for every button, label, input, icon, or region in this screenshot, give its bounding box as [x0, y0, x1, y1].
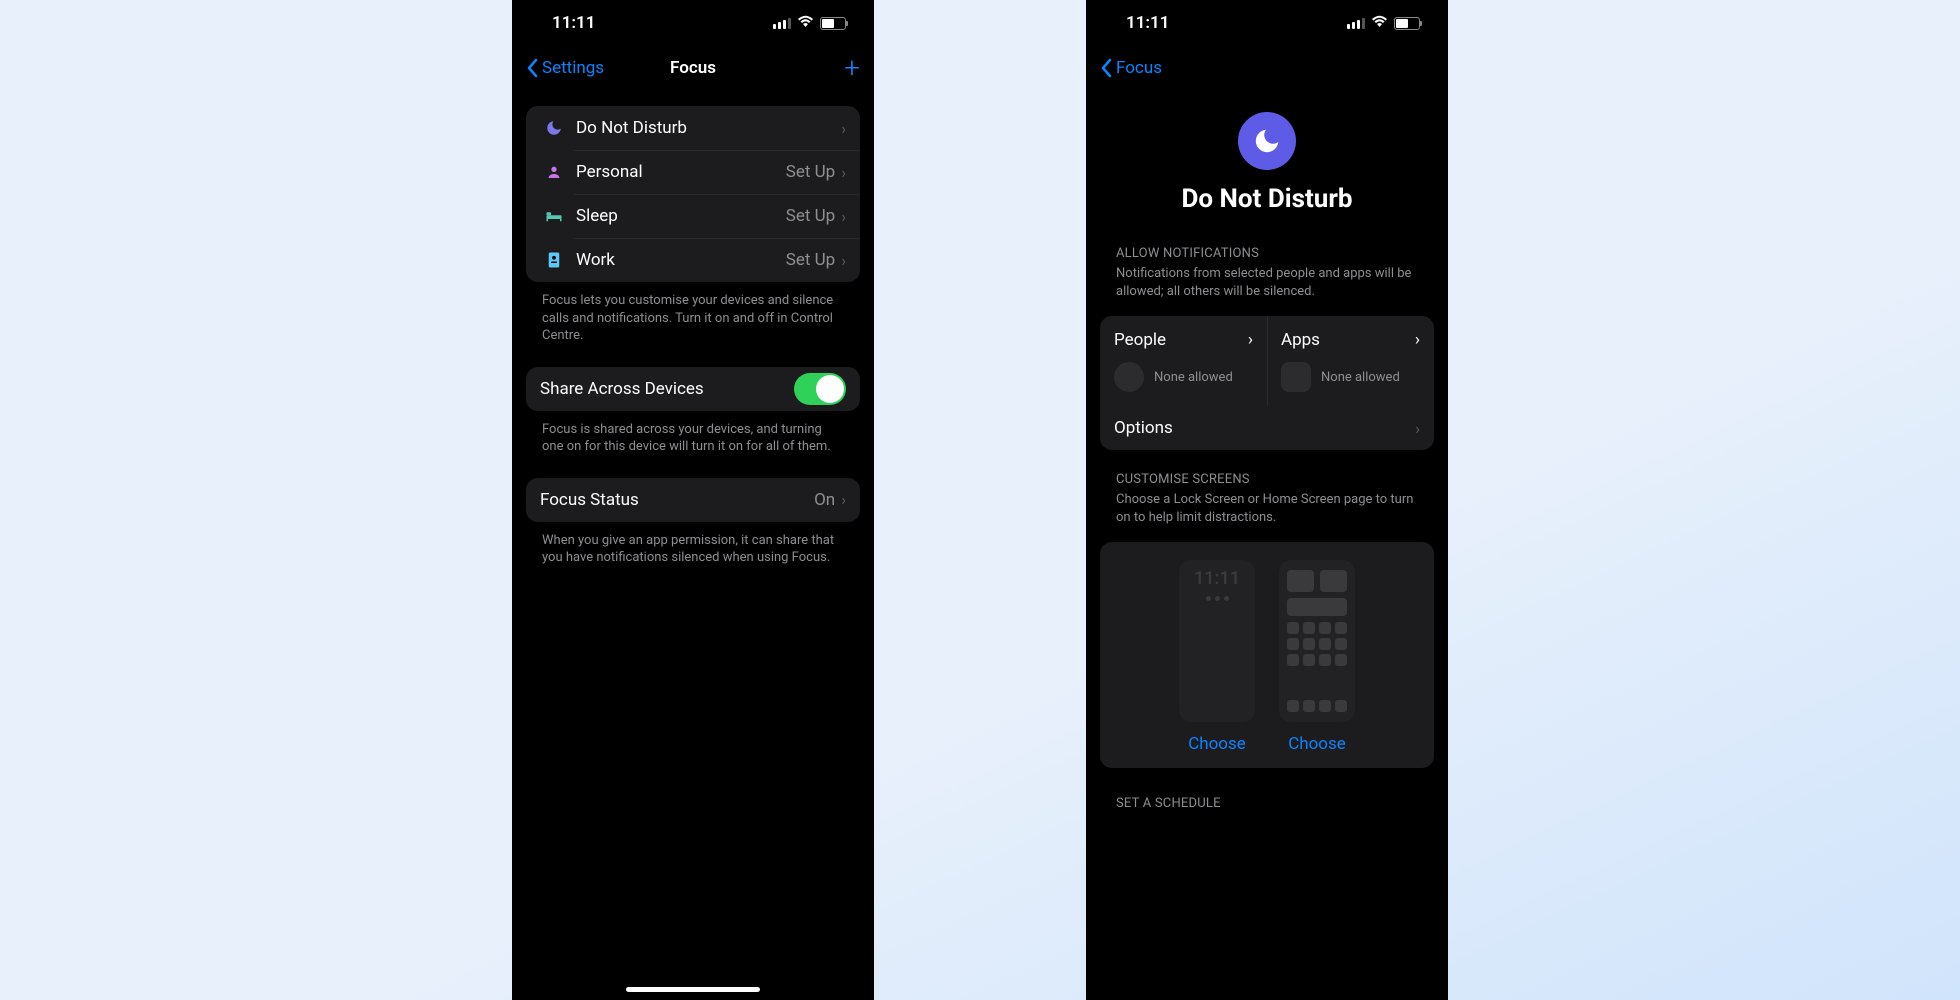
- nav-bar: Settings Focus +: [512, 46, 874, 90]
- apps-button[interactable]: Apps › None allowed: [1267, 316, 1434, 406]
- app-placeholder: [1281, 362, 1311, 392]
- customise-group: 11:11 Choose Choose: [1100, 542, 1434, 768]
- people-label: People: [1114, 330, 1166, 350]
- modes-caption: Focus lets you customise your devices an…: [526, 282, 860, 345]
- home-indicator[interactable]: [626, 987, 760, 992]
- chevron-right-icon: ›: [841, 490, 846, 509]
- share-group: Share Across Devices: [526, 367, 860, 411]
- apps-label: Apps: [1281, 330, 1320, 350]
- chevron-right-icon: ›: [1248, 330, 1253, 350]
- focus-modes-group: Do Not Disturb › Personal Set Up › Sleep…: [526, 106, 860, 282]
- phone-dnd-detail: 11:11 Focus Do Not Disturb ALLOW NOTIFIC…: [1086, 0, 1448, 1000]
- focus-mode-dnd[interactable]: Do Not Disturb ›: [526, 106, 860, 150]
- chevron-right-icon: ›: [1415, 330, 1420, 350]
- status-bar: 11:11: [1086, 0, 1448, 46]
- chevron-right-icon: ›: [841, 251, 846, 270]
- focus-mode-personal[interactable]: Personal Set Up ›: [526, 150, 860, 194]
- focus-status-value: On: [814, 490, 835, 510]
- people-button[interactable]: People › None allowed: [1100, 316, 1267, 406]
- chevron-right-icon: ›: [841, 119, 846, 138]
- status-time: 11:11: [552, 13, 595, 33]
- schedule-header: SET A SCHEDULE: [1100, 768, 1434, 813]
- focus-mode-work[interactable]: Work Set Up ›: [526, 238, 860, 282]
- share-row: Share Across Devices: [526, 367, 860, 411]
- mock-time: 11:11: [1187, 570, 1247, 588]
- status-bar: 11:11: [512, 0, 874, 46]
- dnd-header: Do Not Disturb: [1086, 90, 1448, 224]
- person-icon: [540, 164, 568, 180]
- focus-mode-label: Do Not Disturb: [576, 118, 835, 138]
- focus-status-caption: When you give an app permission, it can …: [526, 522, 860, 567]
- options-label: Options: [1114, 418, 1409, 438]
- lock-screen-mock: 11:11 Choose: [1179, 560, 1255, 754]
- badge-icon: [540, 251, 568, 269]
- focus-mode-sleep[interactable]: Sleep Set Up ›: [526, 194, 860, 238]
- allow-description: Notifications from selected people and a…: [1100, 263, 1434, 308]
- focus-status-row[interactable]: Focus Status On ›: [526, 478, 860, 522]
- focus-mode-label: Personal: [576, 162, 786, 182]
- allow-group: People› None allowed Apps› None allowed …: [1100, 316, 1434, 450]
- moon-icon: [1238, 112, 1296, 170]
- page-title: Do Not Disturb: [1086, 184, 1448, 214]
- status-time: 11:11: [1126, 13, 1169, 33]
- people-none: None allowed: [1154, 370, 1233, 385]
- choose-home-button[interactable]: Choose: [1288, 734, 1346, 754]
- focus-status-group: Focus Status On ›: [526, 478, 860, 522]
- options-row[interactable]: Options ›: [1100, 406, 1434, 450]
- cellular-icon: [1347, 18, 1365, 29]
- chevron-left-icon: [1100, 58, 1112, 78]
- avatar-placeholder: [1114, 362, 1144, 392]
- bed-icon: [540, 209, 568, 223]
- back-button[interactable]: Focus: [1100, 58, 1162, 78]
- focus-mode-label: Work: [576, 250, 786, 270]
- moon-icon: [540, 119, 568, 137]
- nav-bar: Focus: [1086, 46, 1448, 90]
- share-label: Share Across Devices: [540, 379, 794, 399]
- phone-focus-list: 11:11 Settings Focus + Do Not Disturb › …: [512, 0, 874, 1000]
- chevron-right-icon: ›: [1415, 419, 1420, 438]
- choose-lock-button[interactable]: Choose: [1188, 734, 1246, 754]
- focus-mode-detail: Set Up: [786, 206, 835, 226]
- customise-header: CUSTOMISE SCREENS: [1100, 450, 1434, 489]
- share-caption: Focus is shared across your devices, and…: [526, 411, 860, 456]
- battery-icon: [1394, 17, 1420, 30]
- back-label: Focus: [1116, 58, 1162, 78]
- focus-mode-detail: Set Up: [786, 250, 835, 270]
- chevron-left-icon: [526, 58, 538, 78]
- wifi-icon: [797, 13, 814, 33]
- back-label: Settings: [542, 58, 604, 78]
- customise-description: Choose a Lock Screen or Home Screen page…: [1100, 489, 1434, 534]
- add-button[interactable]: +: [844, 54, 860, 82]
- home-screen-mock: Choose: [1279, 560, 1355, 754]
- battery-icon: [820, 17, 846, 30]
- cellular-icon: [773, 18, 791, 29]
- allow-header: ALLOW NOTIFICATIONS: [1100, 224, 1434, 263]
- apps-none: None allowed: [1321, 370, 1400, 385]
- chevron-right-icon: ›: [841, 207, 846, 226]
- focus-mode-label: Sleep: [576, 206, 786, 226]
- chevron-right-icon: ›: [841, 163, 846, 182]
- wifi-icon: [1371, 13, 1388, 33]
- focus-status-label: Focus Status: [540, 490, 814, 510]
- back-button[interactable]: Settings: [526, 58, 604, 78]
- share-toggle[interactable]: [794, 373, 846, 405]
- focus-mode-detail: Set Up: [786, 162, 835, 182]
